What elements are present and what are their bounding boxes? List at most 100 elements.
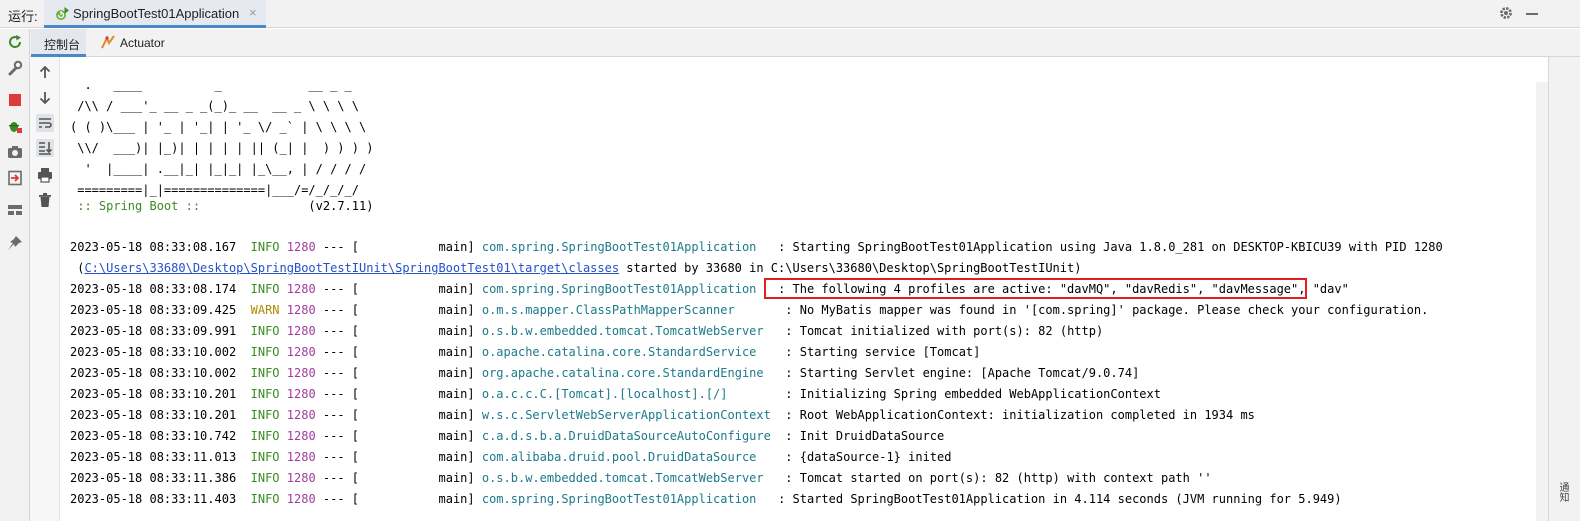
log-pid: 1280 — [286, 387, 316, 401]
log-level: INFO — [250, 408, 280, 422]
log-line: 2023-05-18 08:33:10.201 INFO 1280 --- [ … — [70, 405, 1255, 425]
log-thread: main] — [359, 345, 475, 359]
trash-icon[interactable] — [36, 191, 54, 209]
log-separator: --- [ — [322, 345, 360, 359]
log-thread: main] — [359, 429, 475, 443]
log-logger: c.a.d.s.b.a.DruidDataSourceAutoConfigure — [481, 429, 779, 443]
tab-actuator-label: Actuator — [120, 36, 165, 50]
tab-close-icon[interactable]: × — [249, 5, 257, 20]
log-line: 2023-05-18 08:33:11.013 INFO 1280 --- [ … — [70, 447, 951, 467]
log-separator: --- [ — [322, 387, 360, 401]
console-side-toolbar — [30, 57, 60, 521]
log-pid: 1280 — [286, 450, 316, 464]
notifications-label[interactable]: 通知 — [1555, 482, 1570, 502]
log-pid: 1280 — [286, 408, 316, 422]
log-logger: o.apache.catalina.core.StandardService — [481, 345, 779, 359]
log-level: INFO — [250, 429, 280, 443]
continuation-prefix: ( — [70, 261, 85, 275]
log-timestamp: 2023-05-18 08:33:10.002 — [70, 345, 237, 359]
log-timestamp: 2023-05-18 08:33:10.742 — [70, 429, 237, 443]
log-pid: 1280 — [286, 303, 316, 317]
log-timestamp: 2023-05-18 08:33:10.002 — [70, 366, 237, 380]
log-pid: 1280 — [286, 492, 316, 506]
rerun-icon[interactable] — [7, 34, 23, 50]
log-thread: main] — [359, 471, 475, 485]
log-logger: o.m.s.mapper.ClassPathMapperScanner — [481, 303, 779, 317]
gear-icon[interactable] — [1499, 6, 1513, 25]
exit-icon[interactable] — [7, 170, 23, 186]
log-separator: --- [ — [322, 429, 360, 443]
actuator-icon — [101, 35, 115, 52]
classes-path-link[interactable]: C:\Users\33680\Desktop\SpringBootTestIUn… — [84, 261, 619, 275]
log-line: 2023-05-18 08:33:11.403 INFO 1280 --- [ … — [70, 489, 1342, 509]
log-timestamp: 2023-05-18 08:33:09.991 — [70, 324, 237, 338]
log-timestamp: 2023-05-18 08:33:10.201 — [70, 408, 237, 422]
log-message: : Initializing Spring embedded WebApplic… — [778, 387, 1161, 401]
wrench-icon[interactable] — [7, 60, 23, 76]
log-line: 2023-05-18 08:33:10.742 INFO 1280 --- [ … — [70, 426, 944, 446]
vertical-scrollbar[interactable] — [1536, 82, 1548, 521]
log-separator: --- [ — [322, 282, 360, 296]
log-separator: --- [ — [322, 492, 360, 506]
log-level: INFO — [250, 282, 280, 296]
log-logger: w.s.c.ServletWebServerApplicationContext — [481, 408, 779, 422]
log-thread: main] — [359, 450, 475, 464]
profiles-highlight-box — [764, 278, 1307, 299]
banner-line: /\\ / ___'_ __ _ _(_)_ __ __ _ \ \ \ \ — [70, 99, 359, 113]
console-tab-bar: 控制台 Actuator — [30, 29, 1580, 57]
down-arrow-icon[interactable] — [36, 89, 54, 107]
log-timestamp: 2023-05-18 08:33:08.174 — [70, 282, 237, 296]
log-thread: main] — [359, 366, 475, 380]
log-message: : Init DruidDataSource — [778, 429, 945, 443]
print-icon[interactable] — [36, 166, 54, 184]
tab-actuator[interactable]: Actuator — [100, 29, 178, 57]
run-config-tab[interactable]: SpringBootTest01Application × — [44, 0, 266, 28]
log-thread: main] — [359, 387, 475, 401]
log-thread: main] — [359, 492, 475, 506]
log-level: INFO — [250, 240, 280, 254]
pin-icon[interactable] — [7, 235, 23, 251]
up-arrow-icon[interactable] — [36, 63, 54, 81]
run-tab-title: SpringBootTest01Application — [73, 6, 240, 21]
debug-icon[interactable] — [7, 118, 23, 134]
log-thread: main] — [359, 408, 475, 422]
stop-icon[interactable] — [7, 92, 23, 108]
log-logger: o.s.b.w.embedded.tomcat.TomcatWebServer — [481, 324, 779, 338]
spring-boot-version: (v2.7.11) — [207, 199, 374, 213]
tab-console[interactable]: 控制台 — [31, 29, 86, 57]
log-level: INFO — [250, 450, 280, 464]
log-pid: 1280 — [286, 471, 316, 485]
log-message: : Starting service [Tomcat] — [778, 345, 981, 359]
log-separator: --- [ — [322, 450, 360, 464]
console-output[interactable]: . ____ _ __ _ _ /\\ / ___'_ __ _ _(_)_ _… — [61, 57, 1535, 521]
log-line: 2023-05-18 08:33:11.386 INFO 1280 --- [ … — [70, 468, 1212, 488]
log-line: 2023-05-18 08:33:08.167 INFO 1280 --- [ … — [70, 237, 1443, 257]
run-left-toolbar — [0, 29, 30, 521]
log-level: INFO — [250, 492, 280, 506]
soft-wrap-icon[interactable] — [36, 114, 54, 132]
tab-console-label: 控制台 — [44, 38, 81, 52]
log-logger: org.apache.catalina.core.StandardEngine — [481, 366, 779, 380]
log-thread: main] — [359, 303, 475, 317]
log-logger: com.spring.SpringBootTest01Application — [481, 282, 771, 296]
log-message: : Started SpringBootTest01Application in… — [770, 492, 1342, 506]
log-logger: o.s.b.w.embedded.tomcat.TomcatWebServer — [481, 471, 779, 485]
continuation-suffix: started by 33680 in C:\Users\33680\Deskt… — [619, 261, 1082, 275]
scroll-to-end-icon[interactable] — [36, 139, 54, 157]
log-line: 2023-05-18 08:33:09.425 WARN 1280 --- [ … — [70, 300, 1428, 320]
log-timestamp: 2023-05-18 08:33:11.013 — [70, 450, 237, 464]
log-separator: --- [ — [322, 366, 360, 380]
minimize-icon[interactable] — [1526, 13, 1538, 15]
log-pid: 1280 — [286, 366, 316, 380]
log-separator: --- [ — [322, 240, 360, 254]
log-timestamp: 2023-05-18 08:33:11.386 — [70, 471, 237, 485]
log-message: : Starting Servlet engine: [Apache Tomca… — [778, 366, 1140, 380]
layout-icon[interactable] — [7, 202, 23, 218]
log-level: INFO — [250, 366, 280, 380]
log-level: INFO — [250, 324, 280, 338]
log-pid: 1280 — [286, 324, 316, 338]
camera-icon[interactable] — [7, 144, 23, 160]
log-pid: 1280 — [286, 282, 316, 296]
log-message: : No MyBatis mapper was found in '[com.s… — [778, 303, 1429, 317]
log-line: 2023-05-18 08:33:10.002 INFO 1280 --- [ … — [70, 342, 980, 362]
